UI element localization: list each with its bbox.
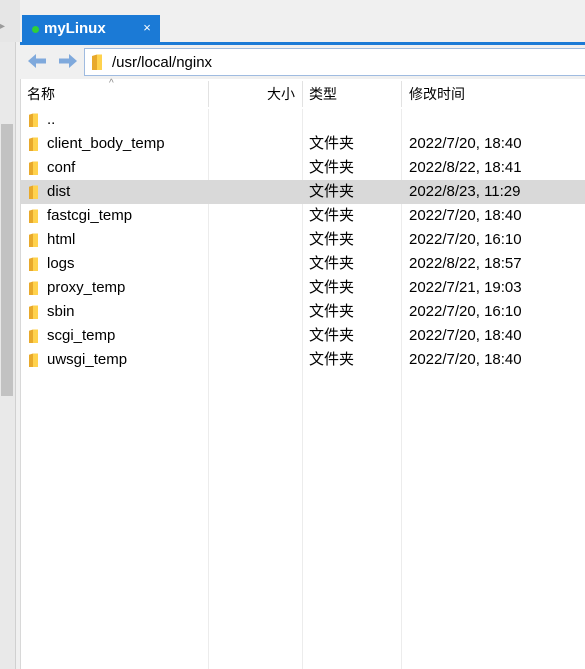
- address-toolbar: /usr/local/nginx: [20, 45, 585, 79]
- close-icon[interactable]: ×: [140, 21, 154, 35]
- file-modified-time: 2022/8/22, 18:41: [409, 159, 522, 176]
- header-divider[interactable]: [401, 81, 402, 107]
- folder-icon: [28, 233, 40, 253]
- path-text: /usr/local/nginx: [112, 54, 213, 71]
- folder-icon: [28, 257, 40, 277]
- file-type: 文件夹: [309, 183, 355, 200]
- table-row[interactable]: uwsgi_temp 文件夹 2022/7/20, 18:40: [21, 348, 585, 372]
- file-modified-time: 2022/7/20, 18:40: [409, 207, 522, 224]
- header-divider[interactable]: [208, 81, 209, 107]
- file-name: proxy_temp: [47, 279, 126, 296]
- file-type: 文件夹: [309, 159, 355, 176]
- table-row[interactable]: conf 文件夹 2022/8/22, 18:41: [21, 156, 585, 180]
- table-row[interactable]: client_body_temp 文件夹 2022/7/20, 18:40: [21, 132, 585, 156]
- folder-icon: [28, 281, 40, 301]
- file-name: ..: [47, 111, 56, 128]
- path-input[interactable]: /usr/local/nginx: [84, 48, 585, 76]
- table-row[interactable]: dist 文件夹 2022/8/23, 11:29: [21, 180, 585, 204]
- column-header-modified[interactable]: 修改时间: [409, 86, 465, 102]
- folder-icon: [91, 54, 105, 76]
- table-row[interactable]: sbin 文件夹 2022/7/20, 16:10: [21, 300, 585, 324]
- file-type: 文件夹: [309, 279, 355, 296]
- list-header: ^ 名称 大小 类型 修改时间: [21, 79, 585, 109]
- file-type: 文件夹: [309, 207, 355, 224]
- left-pane-scrollbar[interactable]: [0, 42, 16, 669]
- file-type: 文件夹: [309, 327, 355, 344]
- tab-bar: myLinux ×: [20, 0, 585, 42]
- file-modified-time: 2022/7/21, 19:03: [409, 279, 522, 296]
- file-modified-time: 2022/8/23, 11:29: [409, 183, 521, 200]
- folder-icon: [28, 353, 40, 373]
- forward-button[interactable]: [57, 51, 79, 71]
- file-name: uwsgi_temp: [47, 351, 128, 368]
- file-modified-time: 2022/7/20, 16:10: [409, 231, 522, 248]
- tab-title: myLinux: [44, 20, 106, 37]
- folder-icon: [28, 329, 40, 349]
- file-type: 文件夹: [309, 351, 355, 368]
- file-modified-time: 2022/7/20, 18:40: [409, 135, 522, 152]
- sort-ascending-icon: ^: [109, 78, 114, 89]
- arrow-right-icon: [59, 54, 77, 68]
- column-header-size[interactable]: 大小: [267, 86, 295, 102]
- header-divider[interactable]: [302, 81, 303, 107]
- file-modified-time: 2022/7/20, 16:10: [409, 303, 522, 320]
- tab-session[interactable]: myLinux ×: [22, 15, 160, 42]
- table-row[interactable]: fastcgi_temp 文件夹 2022/7/20, 18:40: [21, 204, 585, 228]
- folder-icon: [28, 185, 40, 205]
- file-modified-time: 2022/8/22, 18:57: [409, 255, 522, 272]
- column-header-name[interactable]: 名称: [27, 86, 55, 102]
- folder-icon: [28, 305, 40, 325]
- file-type: 文件夹: [309, 303, 355, 320]
- file-name: scgi_temp: [47, 327, 116, 344]
- arrow-left-icon: [28, 54, 46, 68]
- folder-icon: [28, 137, 40, 157]
- left-pane-scroll-thumb[interactable]: [1, 124, 13, 396]
- table-row[interactable]: scgi_temp 文件夹 2022/7/20, 18:40: [21, 324, 585, 348]
- file-name: sbin: [47, 303, 75, 320]
- file-name: logs: [47, 255, 75, 272]
- file-name: conf: [47, 159, 76, 176]
- table-row[interactable]: proxy_temp 文件夹 2022/7/21, 19:03: [21, 276, 585, 300]
- folder-icon: [28, 113, 40, 133]
- table-row[interactable]: html 文件夹 2022/7/20, 16:10: [21, 228, 585, 252]
- file-name: html: [47, 231, 76, 248]
- file-name: dist: [47, 183, 71, 200]
- sftp-file-browser: ▸ ↻ myLinux ×: [0, 0, 585, 669]
- left-pane-edge: ▸ ↻: [0, 0, 20, 669]
- column-header-type[interactable]: 类型: [309, 86, 337, 102]
- file-name: client_body_temp: [47, 135, 165, 152]
- file-modified-time: 2022/7/20, 18:40: [409, 351, 522, 368]
- parent-directory-row[interactable]: ..: [21, 108, 585, 132]
- connection-status-icon: [32, 26, 39, 33]
- folder-icon: [28, 209, 40, 229]
- chevron-right-icon[interactable]: ▸: [0, 22, 8, 32]
- file-list: ^ 名称 大小 类型 修改时间 .. client_body_temp 文件夹 202…: [20, 79, 585, 669]
- file-type: 文件夹: [309, 255, 355, 272]
- file-modified-time: 2022/7/20, 18:40: [409, 327, 522, 344]
- file-name: fastcgi_temp: [47, 207, 133, 224]
- table-row[interactable]: logs 文件夹 2022/8/22, 18:57: [21, 252, 585, 276]
- file-type: 文件夹: [309, 135, 355, 152]
- file-type: 文件夹: [309, 231, 355, 248]
- back-button[interactable]: [26, 51, 48, 71]
- folder-icon: [28, 161, 40, 181]
